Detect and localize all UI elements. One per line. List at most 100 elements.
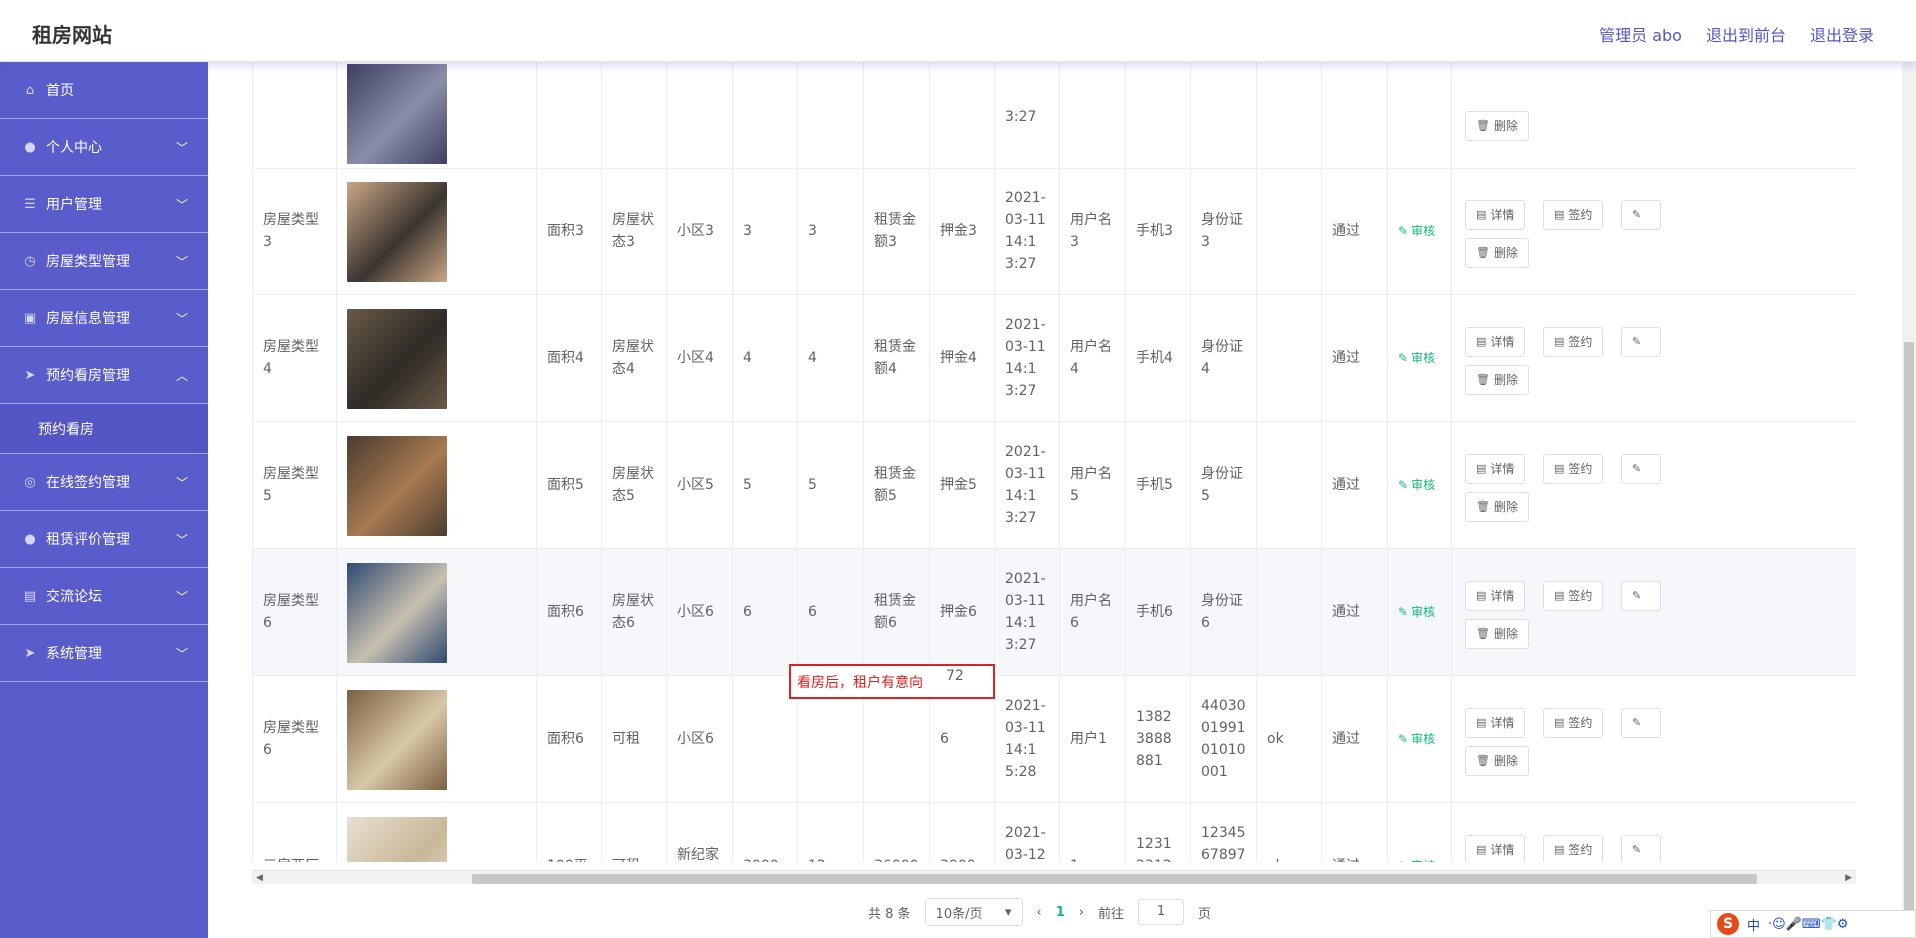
pencil-icon: ✎ — [1398, 732, 1409, 746]
table-row: 房屋类型6 面积6 可租 小区6 6 2021-03-11 14:15:28 用户1 1382… — [253, 676, 1856, 803]
delete-button[interactable]: 🗑 删除 — [1465, 618, 1529, 649]
page-size-select[interactable]: 10条/页 ▾ — [924, 898, 1023, 926]
edit-button[interactable]: ✎ — [1621, 707, 1661, 738]
cell-state: 房屋状态4 — [602, 295, 667, 421]
audit-cell: ✎审核 — [1388, 295, 1452, 421]
user-icon: ● — [24, 139, 36, 155]
delete-button[interactable]: 🗑 删除 — [1465, 364, 1529, 395]
house-photo[interactable] — [347, 816, 447, 862]
cell-rent — [864, 62, 930, 168]
submenu-item-viewing[interactable]: 预约看房 — [0, 404, 208, 454]
house-photo-cell — [337, 676, 537, 802]
detail-button[interactable]: ▤ 详情 — [1465, 453, 1526, 484]
trash-icon: 🗑 — [1476, 245, 1490, 259]
document-icon: ▤ — [1476, 207, 1487, 221]
sidebar-item-0[interactable]: ⌂ 首页 — [0, 62, 208, 119]
pagination: 共 8 条 10条/页 ▾ ‹ 1 › 前往 1 页 — [868, 898, 1211, 926]
sidebar-item-1[interactable]: ● 个人中心 ﹀ — [0, 119, 208, 176]
pencil-icon: ✎ — [1632, 207, 1642, 221]
chevron-icon: ︿ — [175, 369, 188, 383]
cell-community: 新纪家园 — [667, 803, 733, 862]
edit-button[interactable]: ✎ — [1621, 199, 1661, 230]
detail-button[interactable]: ▤ 详情 — [1465, 834, 1526, 862]
house-photo[interactable] — [347, 435, 447, 536]
sign-button[interactable]: ▤ 签约 — [1543, 453, 1604, 484]
chevron-icon: ﹀ — [175, 476, 188, 490]
sign-button[interactable]: ▤ 签约 — [1543, 834, 1604, 862]
cell-area: 面积6 — [537, 676, 602, 802]
scroll-left-icon[interactable]: ◀ — [256, 871, 263, 885]
audit-button[interactable]: ✎审核 — [1398, 220, 1435, 242]
top-header: 租房网站 管理员 abo 退出到前台 退出登录 — [0, 0, 1916, 62]
cell-phone: 12312312312 — [1126, 803, 1191, 862]
prev-page-button[interactable]: ‹ — [1037, 905, 1042, 920]
house-photo[interactable] — [347, 689, 447, 790]
delete-button[interactable]: 🗑 删除 — [1465, 491, 1529, 522]
cell-id: 身份证3 — [1191, 168, 1257, 294]
delete-button[interactable]: 🗑 删除 — [1465, 111, 1529, 141]
trash-icon: 🗑 — [1476, 119, 1490, 132]
cell-user: 用户1 — [1060, 676, 1126, 802]
edit-button[interactable]: ✎ — [1621, 453, 1661, 484]
inline-edit-input[interactable]: 看房后，租户有意向 — [789, 664, 995, 699]
audit-button[interactable]: ✎审核 — [1398, 728, 1435, 750]
sidebar-item-6[interactable]: ◎ 在线签约管理 ﹀ — [0, 454, 208, 511]
edit-button[interactable]: ✎ — [1621, 326, 1661, 357]
cell-type: 房屋类型3 — [253, 168, 337, 294]
trash-icon: 🗑 — [1476, 626, 1490, 640]
detail-button[interactable]: ▤ 详情 — [1465, 326, 1526, 357]
sogou-logo-icon[interactable]: S — [1717, 913, 1739, 935]
cell-phone: 手机4 — [1126, 295, 1191, 421]
sidebar-item-9[interactable]: ➤ 系统管理 ﹀ — [0, 625, 208, 682]
audit-button[interactable]: ✎审核 — [1398, 474, 1435, 496]
edit-button[interactable]: ✎ — [1621, 834, 1661, 862]
sidebar-item-3[interactable]: ◷ 房屋类型管理 ﹀ — [0, 233, 208, 290]
delete-button[interactable]: 🗑 删除 — [1465, 745, 1529, 776]
next-page-button[interactable]: › — [1079, 905, 1084, 920]
cell-c4: 6 — [733, 549, 798, 675]
current-page[interactable]: 1 — [1056, 905, 1065, 920]
audit-button[interactable]: ✎审核 — [1398, 601, 1435, 623]
sidebar-item-5[interactable]: ➤ 预约看房管理 ︿ — [0, 347, 208, 404]
cell-state: 可租 — [602, 803, 667, 862]
logout-link[interactable]: 退出登录 — [1810, 22, 1874, 46]
sidebar: ⌂ 首页 ● 个人中心 ﹀ ☰ 用户管理 ﹀ ◷ 房屋类型管理 ﹀ ▣ 房屋信息管理 ﹀ ➤ 预约看房管理 ︿ 预… — [0, 62, 208, 938]
vertical-scrollbar[interactable] — [1902, 62, 1916, 938]
sidebar-item-7[interactable]: ● 租赁评价管理 ﹀ — [0, 511, 208, 568]
sign-button[interactable]: ▤ 签约 — [1543, 326, 1604, 357]
ime-language-toggle[interactable]: 中 — [1747, 915, 1760, 934]
house-photo[interactable] — [347, 63, 447, 164]
detail-button[interactable]: ▤ 详情 — [1465, 199, 1526, 230]
horizontal-scrollbar[interactable]: ◀ ▶ — [252, 870, 1856, 884]
edit-button[interactable]: ✎ — [1621, 580, 1661, 611]
cell-community: 小区6 — [667, 676, 733, 802]
chevron-icon: ﹀ — [175, 647, 188, 661]
detail-button[interactable]: ▤ 详情 — [1465, 580, 1526, 611]
sidebar-item-2[interactable]: ☰ 用户管理 ﹀ — [0, 176, 208, 233]
cell-c5: 6 — [798, 549, 864, 675]
vertical-scrollbar-thumb[interactable] — [1904, 342, 1914, 932]
sidebar-item-4[interactable]: ▣ 房屋信息管理 ﹀ — [0, 290, 208, 347]
goto-page-input[interactable]: 1 — [1138, 899, 1185, 925]
house-photo[interactable] — [347, 181, 447, 282]
detail-button[interactable]: ▤ 详情 — [1465, 707, 1526, 738]
sign-button[interactable]: ▤ 签约 — [1543, 707, 1604, 738]
scroll-right-icon[interactable]: ▶ — [1845, 871, 1852, 885]
sign-button[interactable]: ▤ 签约 — [1543, 580, 1604, 611]
sign-button[interactable]: ▤ 签约 — [1543, 199, 1604, 230]
page-size-label: 10条/页 — [935, 906, 983, 922]
house-photo[interactable] — [347, 308, 447, 409]
table-row: 三房两厅100平可租新纪家园3000123600030002021-03-12 … — [253, 803, 1856, 862]
audit-button[interactable]: ✎审核 — [1398, 855, 1435, 862]
back-to-front-link[interactable]: 退出到前台 — [1706, 22, 1786, 46]
pencil-icon: ✎ — [1398, 605, 1409, 619]
ime-tool-icons[interactable]: ·☺🎤⌨👕⚙ — [1768, 917, 1848, 932]
ime-toolbar: S 中 ·☺🎤⌨👕⚙ — [1710, 910, 1916, 938]
scrollbar-thumb[interactable] — [472, 874, 1757, 884]
delete-button[interactable]: 🗑 删除 — [1465, 237, 1529, 268]
cell-id: 身份证4 — [1191, 295, 1257, 421]
admin-user-link[interactable]: 管理员 abo — [1599, 22, 1682, 46]
house-photo[interactable] — [347, 562, 447, 663]
audit-button[interactable]: ✎审核 — [1398, 347, 1435, 369]
sidebar-item-8[interactable]: ▤ 交流论坛 ﹀ — [0, 568, 208, 625]
